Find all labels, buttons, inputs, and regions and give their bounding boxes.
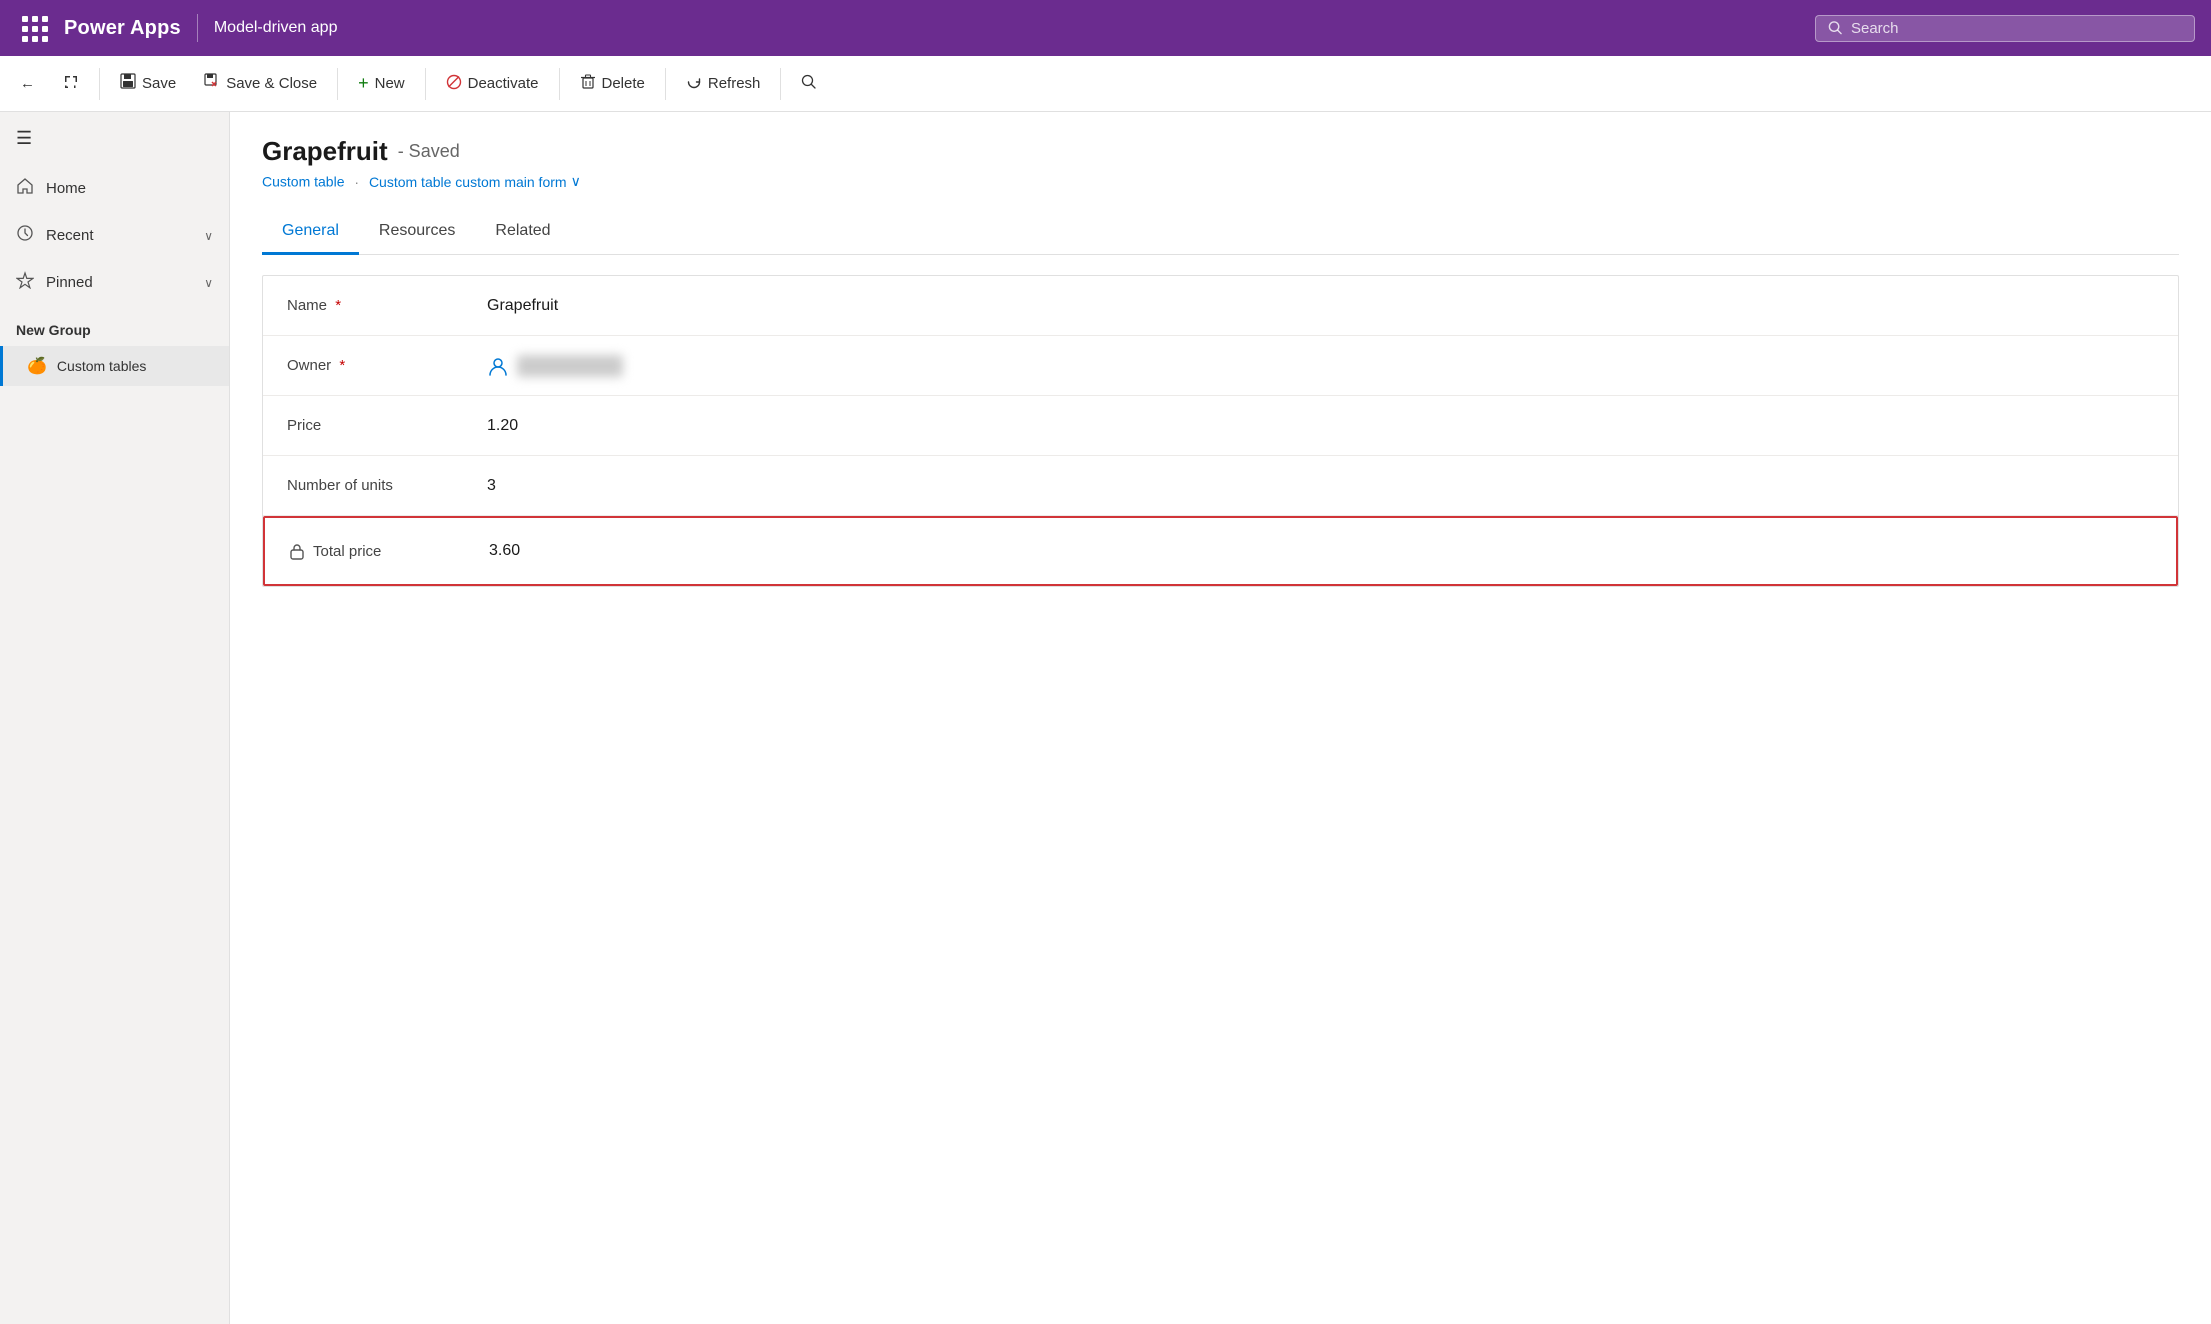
sidebar-item-home[interactable]: Home [0, 165, 229, 212]
expand-button[interactable] [51, 68, 91, 100]
app-grid-button[interactable] [16, 10, 52, 46]
breadcrumb-form-label: Custom table custom main form [369, 174, 567, 190]
save-button[interactable]: Save [108, 67, 188, 100]
field-owner-value[interactable]: OwnerName [487, 355, 623, 377]
owner-person-icon [487, 355, 509, 377]
field-price-label: Price [287, 417, 487, 434]
field-name-label: Name * [287, 297, 487, 314]
field-name-required: * [335, 297, 341, 314]
cmd-sep-1 [99, 68, 100, 100]
header-divider [197, 14, 198, 42]
delete-icon [580, 74, 596, 94]
owner-name: OwnerName [517, 355, 623, 377]
recent-icon [16, 224, 34, 247]
new-label: New [375, 75, 405, 92]
search-icon [1828, 20, 1843, 36]
record-tabs: General Resources Related [262, 210, 2179, 255]
breadcrumb-table-link[interactable]: Custom table [262, 174, 344, 190]
delete-button[interactable]: Delete [568, 68, 657, 100]
refresh-button[interactable]: Refresh [674, 68, 773, 100]
save-close-button[interactable]: Save & Close [192, 67, 329, 100]
field-units-row: Number of units 3 [263, 456, 2178, 516]
tab-resources-label: Resources [379, 222, 455, 239]
field-total-price-label: Total price [289, 542, 489, 560]
cmd-sep-2 [337, 68, 338, 100]
delete-label: Delete [602, 75, 645, 92]
save-close-icon [204, 73, 220, 94]
breadcrumb-chevron-icon: ∨ [571, 173, 581, 190]
form-section: Name * Grapefruit Owner * [262, 275, 2179, 587]
field-units-value[interactable]: 3 [487, 477, 496, 495]
app-logo: Power Apps [64, 17, 181, 40]
new-button[interactable]: + New [346, 67, 417, 100]
main-content: Grapefruit - Saved Custom table · Custom… [230, 112, 2211, 1324]
back-icon: ← [20, 75, 35, 92]
field-total-price-value: 3.60 [489, 542, 520, 560]
tab-general-label: General [282, 222, 339, 239]
pinned-chevron-icon: ∨ [204, 276, 213, 290]
field-owner-row: Owner * OwnerName [263, 336, 2178, 396]
field-units-label: Number of units [287, 477, 487, 494]
app-name: Model-driven app [214, 19, 338, 37]
record-breadcrumb: Custom table · Custom table custom main … [262, 173, 2179, 190]
pinned-label: Pinned [46, 274, 93, 291]
deactivate-icon [446, 74, 462, 94]
save-close-label: Save & Close [226, 75, 317, 92]
deactivate-label: Deactivate [468, 75, 539, 92]
tab-related-label: Related [495, 222, 550, 239]
cmd-sep-4 [559, 68, 560, 100]
expand-icon [63, 74, 79, 94]
pinned-icon [16, 271, 34, 294]
sidebar-item-pinned[interactable]: Pinned ∨ [0, 259, 229, 306]
home-label: Home [46, 180, 86, 197]
record-header: Grapefruit - Saved [262, 136, 2179, 167]
main-layout: ☰ Home Recent ∨ [0, 112, 2211, 1324]
save-label: Save [142, 75, 176, 92]
record-status: - Saved [398, 141, 460, 162]
command-bar: ← Save Save & Close + [0, 56, 2211, 112]
field-owner-label: Owner * [287, 357, 487, 374]
home-icon [16, 177, 34, 200]
custom-tables-label: Custom tables [57, 358, 146, 374]
refresh-label: Refresh [708, 75, 761, 92]
breadcrumb-form-dropdown[interactable]: Custom table custom main form ∨ [369, 173, 581, 190]
sidebar: ☰ Home Recent ∨ [0, 112, 230, 1324]
top-bar: Power Apps Model-driven app [0, 0, 2211, 56]
sidebar-item-custom-tables[interactable]: 🍊 Custom tables [0, 346, 229, 386]
field-price-value[interactable]: 1.20 [487, 417, 518, 435]
recent-chevron-icon: ∨ [204, 229, 213, 243]
cmd-sep-5 [665, 68, 666, 100]
save-icon [120, 73, 136, 94]
field-name-value[interactable]: Grapefruit [487, 297, 558, 315]
back-button[interactable]: ← [8, 69, 47, 98]
sidebar-item-recent[interactable]: Recent ∨ [0, 212, 229, 259]
field-name-row: Name * Grapefruit [263, 276, 2178, 336]
lock-icon [289, 542, 305, 560]
tab-general[interactable]: General [262, 210, 359, 255]
hamburger-button[interactable]: ☰ [0, 112, 229, 165]
breadcrumb-separator: · [354, 174, 359, 190]
cmd-sep-3 [425, 68, 426, 100]
tab-resources[interactable]: Resources [359, 210, 475, 255]
recent-label: Recent [46, 227, 94, 244]
deactivate-button[interactable]: Deactivate [434, 68, 551, 100]
global-search-box[interactable] [1815, 15, 2195, 42]
custom-tables-icon: 🍊 [27, 356, 47, 376]
refresh-icon [686, 74, 702, 94]
record-name: Grapefruit [262, 136, 388, 167]
new-group-title: New Group [0, 306, 229, 346]
search-records-button[interactable] [789, 68, 829, 100]
search-input[interactable] [1851, 20, 2182, 37]
tab-related[interactable]: Related [475, 210, 570, 255]
field-total-price-row: Total price 3.60 [263, 516, 2178, 586]
field-price-row: Price 1.20 [263, 396, 2178, 456]
search-records-icon [801, 74, 817, 94]
new-icon: + [358, 73, 369, 94]
field-owner-required: * [339, 357, 345, 374]
cmd-sep-6 [780, 68, 781, 100]
